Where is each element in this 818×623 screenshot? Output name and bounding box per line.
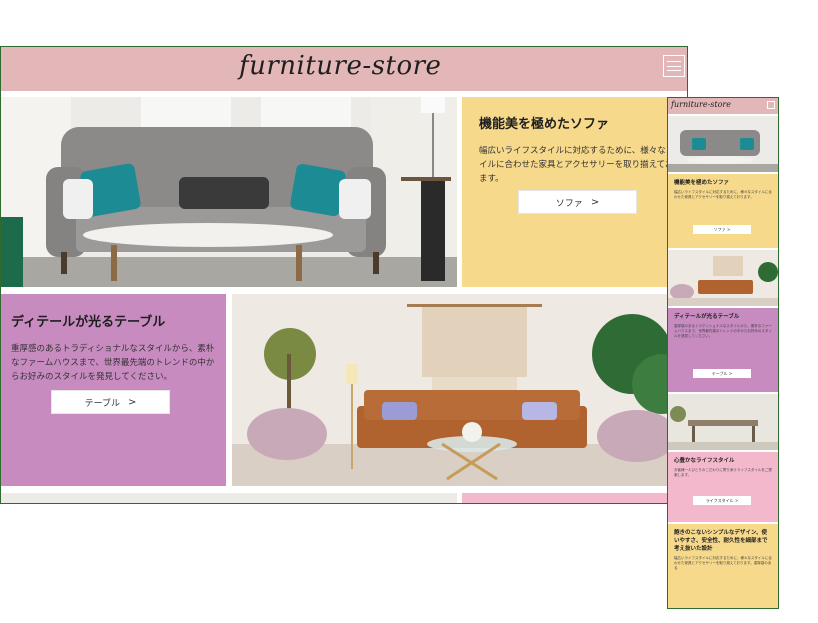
sofa-title: 機能美を極めたソファ [479, 117, 610, 132]
mobile-sofa-photo [668, 116, 778, 172]
menu-icon[interactable] [663, 55, 685, 77]
table-button[interactable]: テーブル > [51, 390, 170, 414]
mobile-lifestyle-title: 心豊かなライフスタイル [674, 458, 735, 464]
sofa-photo [1, 97, 457, 287]
mobile-menu-icon[interactable] [767, 101, 775, 109]
mobile-lifestyle-button[interactable]: ライフスタイル > [693, 496, 751, 505]
site-header: furniture-store [1, 47, 687, 91]
sofa-text: 幅広いライフスタイルに対応するために、様々なスタイルに合わせた家具とアクセサリー… [479, 146, 683, 184]
mobile-design-text: 幅広いライフスタイルに対応するために、様々なスタイルに合わせた家具とアクセサリー… [674, 556, 772, 570]
sofa-button[interactable]: ソファ > [518, 190, 637, 214]
mobile-design-title: 飽きのこないシンプルなデザイン、使いやすさ、安全性、耐久性を細部まで考え抜いた設… [674, 530, 768, 552]
table-title: ディテールが光るテーブル [11, 315, 166, 330]
table-button-label: テーブル [84, 398, 121, 409]
chevron-right-icon: > [128, 396, 137, 408]
mobile-lifestyle-panel: 心豊かなライフスタイル お客様一人ひとりのこだわりに寄り添うライフスタイルをご提… [668, 452, 778, 522]
mobile-living-photo [668, 250, 778, 306]
mobile-sofa-title: 機能美を極めたソファ [674, 180, 730, 186]
mobile-sofa-button[interactable]: ソファ > [693, 225, 751, 234]
mobile-dining-photo [668, 394, 778, 450]
mobile-mockup: furniture-store 機能美を極めたソファ 幅広いライフスタイルに対応… [667, 97, 779, 609]
mobile-table-panel: ディテールが光るテーブル 重厚感のあるトラディショナルなスタイルから、素朴なファ… [668, 308, 778, 392]
mobile-header: furniture-store [668, 98, 778, 114]
table-text: 重厚感のあるトラディショナルなスタイルから、素朴なファームハウスまで、世界最先端… [11, 344, 215, 382]
chevron-right-icon: > [590, 196, 600, 208]
living-room-photo [232, 294, 687, 486]
mobile-sofa-panel: 機能美を極めたソファ 幅広いライフスタイルに対応するために、様々なスタイルに合わ… [668, 174, 778, 248]
mobile-lifestyle-text: お客様一人ひとりのこだわりに寄り添うライフスタイルをご提案します。 [674, 468, 772, 477]
mobile-design-panel: 飽きのこないシンプルなデザイン、使いやすさ、安全性、耐久性を細部まで考え抜いた設… [668, 524, 778, 608]
mobile-table-title: ディテールが光るテーブル [674, 314, 740, 320]
next-panel-peek [462, 493, 687, 503]
mobile-table-text: 重厚感のあるトラディショナルなスタイルから、素朴なファームハウスまで、世界最先端… [674, 324, 772, 338]
site-logo[interactable]: furniture-store [239, 51, 441, 81]
mobile-table-button[interactable]: テーブル > [693, 369, 751, 378]
mobile-logo[interactable]: furniture-store [671, 100, 731, 109]
sofa-button-label: ソファ [555, 198, 583, 209]
desktop-mockup: furniture-store 機能美を極めたソファ 幅広いライフスタイルに対応… [0, 46, 688, 504]
next-photo-peek [1, 493, 457, 503]
mobile-sofa-text: 幅広いライフスタイルに対応するために、様々なスタイルに合わせた家具とアクセサリー… [674, 190, 772, 199]
